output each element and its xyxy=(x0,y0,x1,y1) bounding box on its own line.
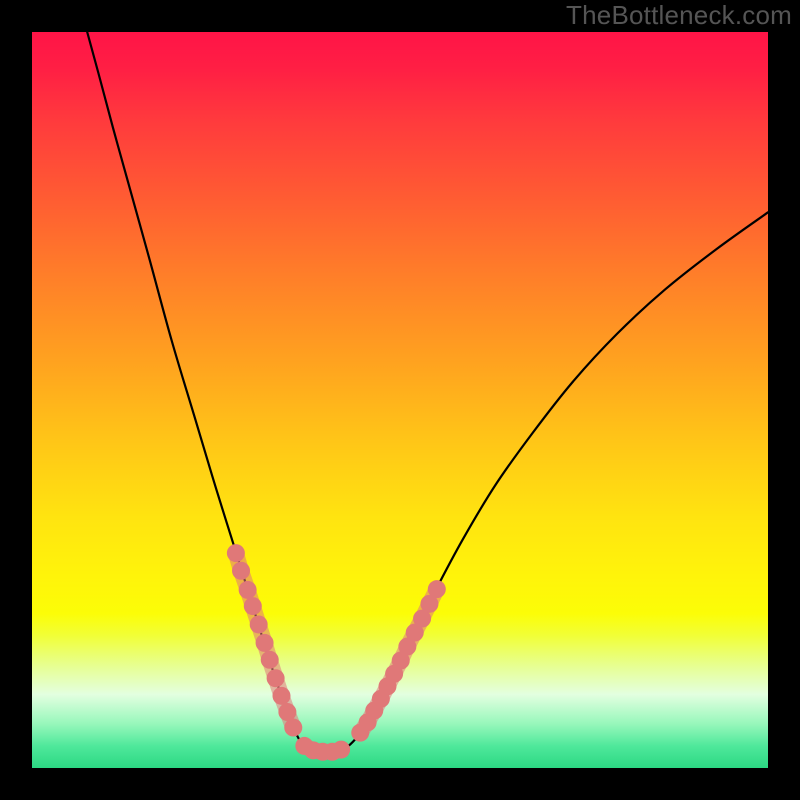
marker-dot xyxy=(261,651,279,669)
watermark-text: TheBottleneck.com xyxy=(566,0,792,31)
marker-dot xyxy=(273,687,291,705)
marker-dot xyxy=(332,741,350,759)
marker-dot xyxy=(232,562,250,580)
marker-dot xyxy=(428,580,446,598)
marker-dot xyxy=(284,719,302,737)
chart-stage: TheBottleneck.com xyxy=(0,0,800,800)
curve-markers xyxy=(227,544,446,761)
marker-dot xyxy=(267,669,285,687)
curve-layer xyxy=(32,32,768,768)
plot-area xyxy=(32,32,768,768)
bottleneck-curve xyxy=(87,32,768,753)
marker-dot xyxy=(256,634,274,652)
marker-dot xyxy=(227,544,245,562)
marker-dot xyxy=(239,581,257,599)
marker-dot xyxy=(278,703,296,721)
marker-dot xyxy=(250,615,268,633)
marker-dot xyxy=(244,597,262,615)
